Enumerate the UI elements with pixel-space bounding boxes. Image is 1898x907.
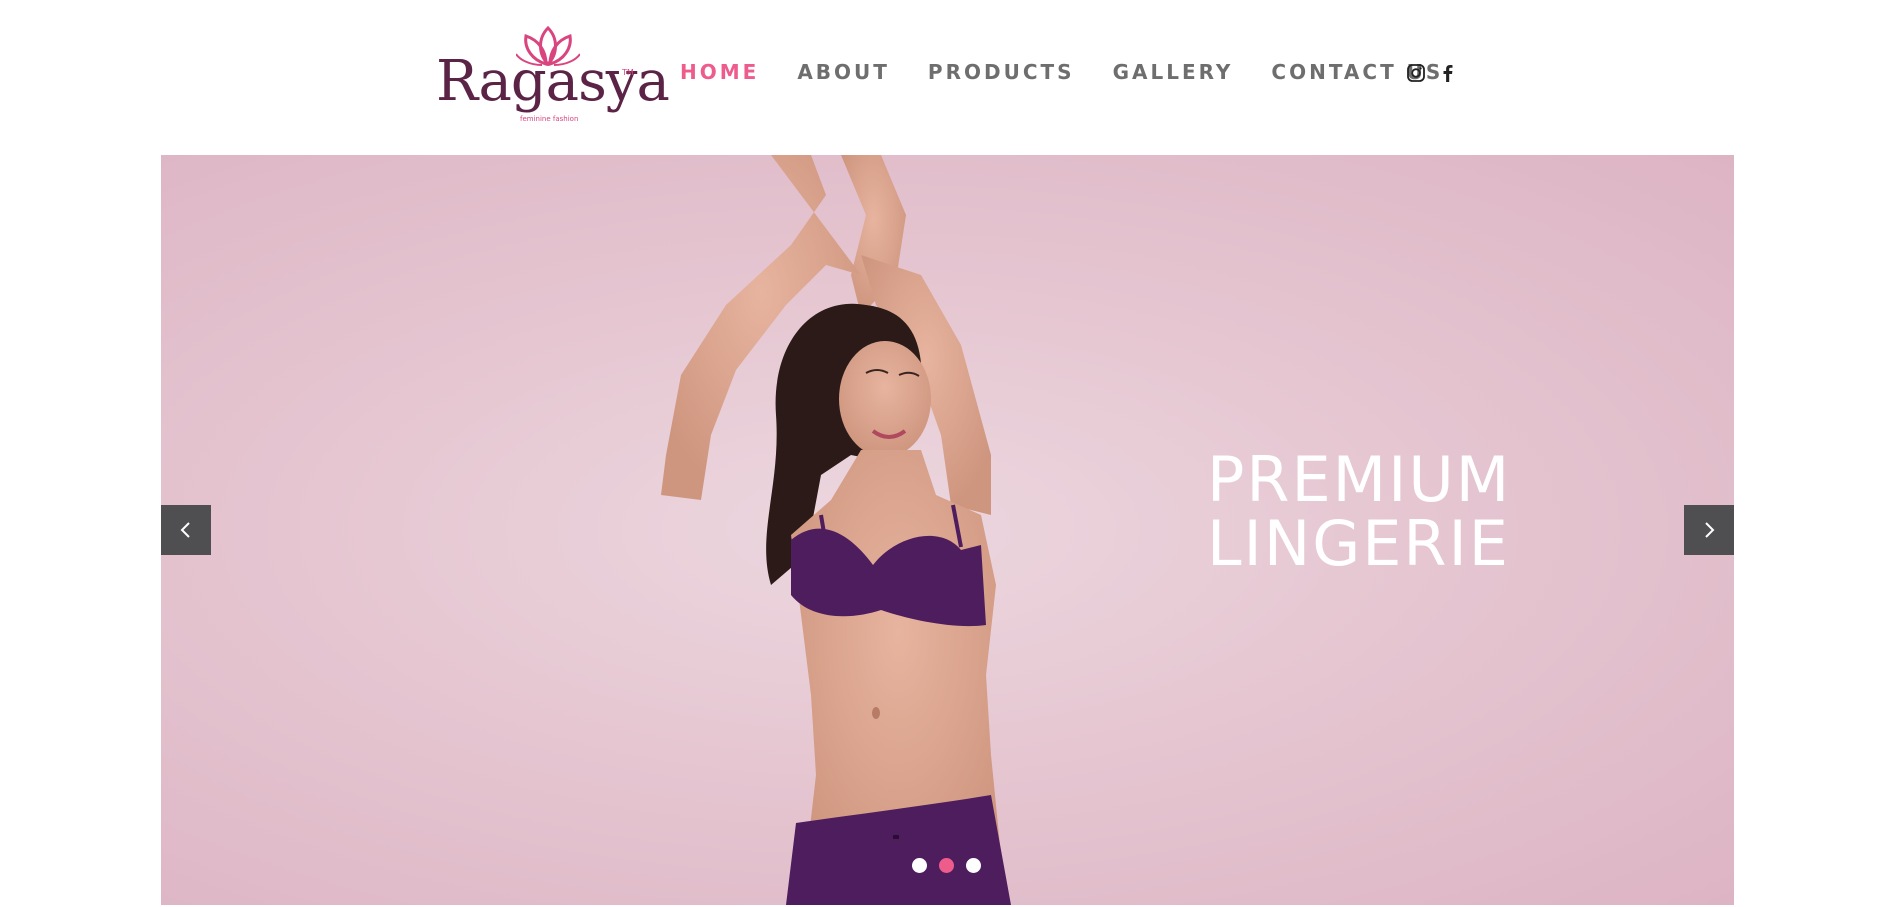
chevron-right-icon: [1705, 522, 1715, 538]
slider-dot-3[interactable]: [966, 858, 981, 873]
nav-gallery[interactable]: GALLERY: [1113, 60, 1234, 84]
hero-slider: PREMIUM LINGERIE: [161, 155, 1734, 905]
slider-pagination: [912, 858, 981, 873]
slider-dot-2[interactable]: [939, 858, 954, 873]
brand-tagline: feminine fashion: [520, 115, 579, 123]
nav-about[interactable]: ABOUT: [797, 60, 890, 84]
slider-dot-1[interactable]: [912, 858, 927, 873]
nav-home[interactable]: HOME: [680, 60, 759, 84]
chevron-left-icon: [180, 522, 190, 538]
hero-headline: PREMIUM LINGERIE: [1207, 442, 1512, 580]
facebook-icon[interactable]: [1438, 63, 1458, 83]
brand-logo[interactable]: Ragasya TM feminine fashion: [436, 26, 670, 126]
brand-name: Ragasya: [436, 49, 670, 114]
hero-headline-line2: LINGERIE: [1207, 506, 1510, 580]
slider-prev-button[interactable]: [161, 505, 211, 555]
social-links: [1406, 63, 1458, 83]
slider-next-button[interactable]: [1684, 505, 1734, 555]
site-header: Ragasya TM feminine fashion HOME ABOUT P…: [0, 0, 1898, 155]
brand-trademark: TM: [622, 68, 634, 77]
hero-headline-line1: PREMIUM: [1207, 442, 1512, 516]
main-nav: HOME ABOUT PRODUCTS GALLERY CONTACT US: [680, 60, 1481, 84]
instagram-icon[interactable]: [1406, 63, 1426, 83]
nav-products[interactable]: PRODUCTS: [928, 60, 1075, 84]
